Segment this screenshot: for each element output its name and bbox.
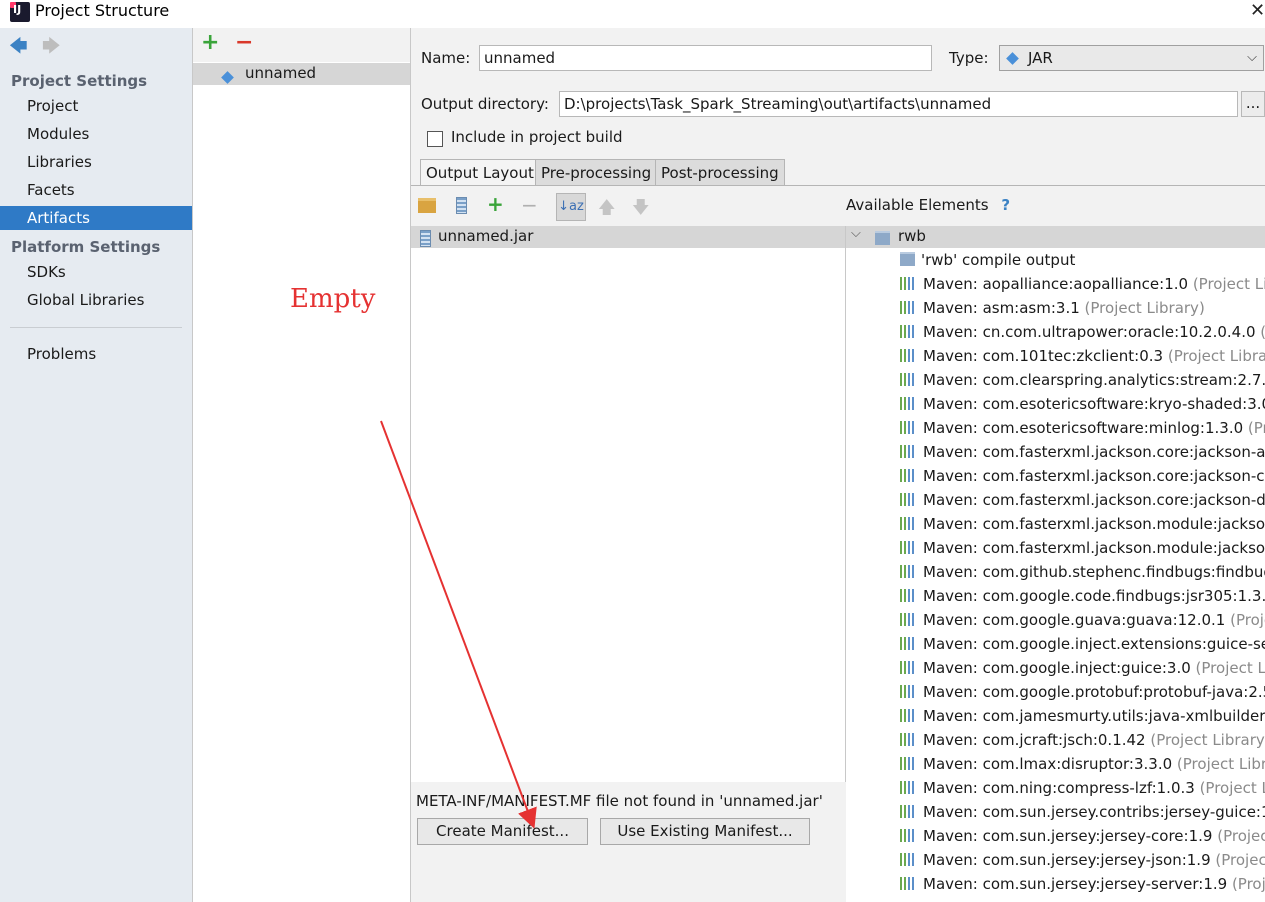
annotation-arrow-line: [380, 420, 537, 829]
annotation-arrow: [380, 420, 537, 829]
